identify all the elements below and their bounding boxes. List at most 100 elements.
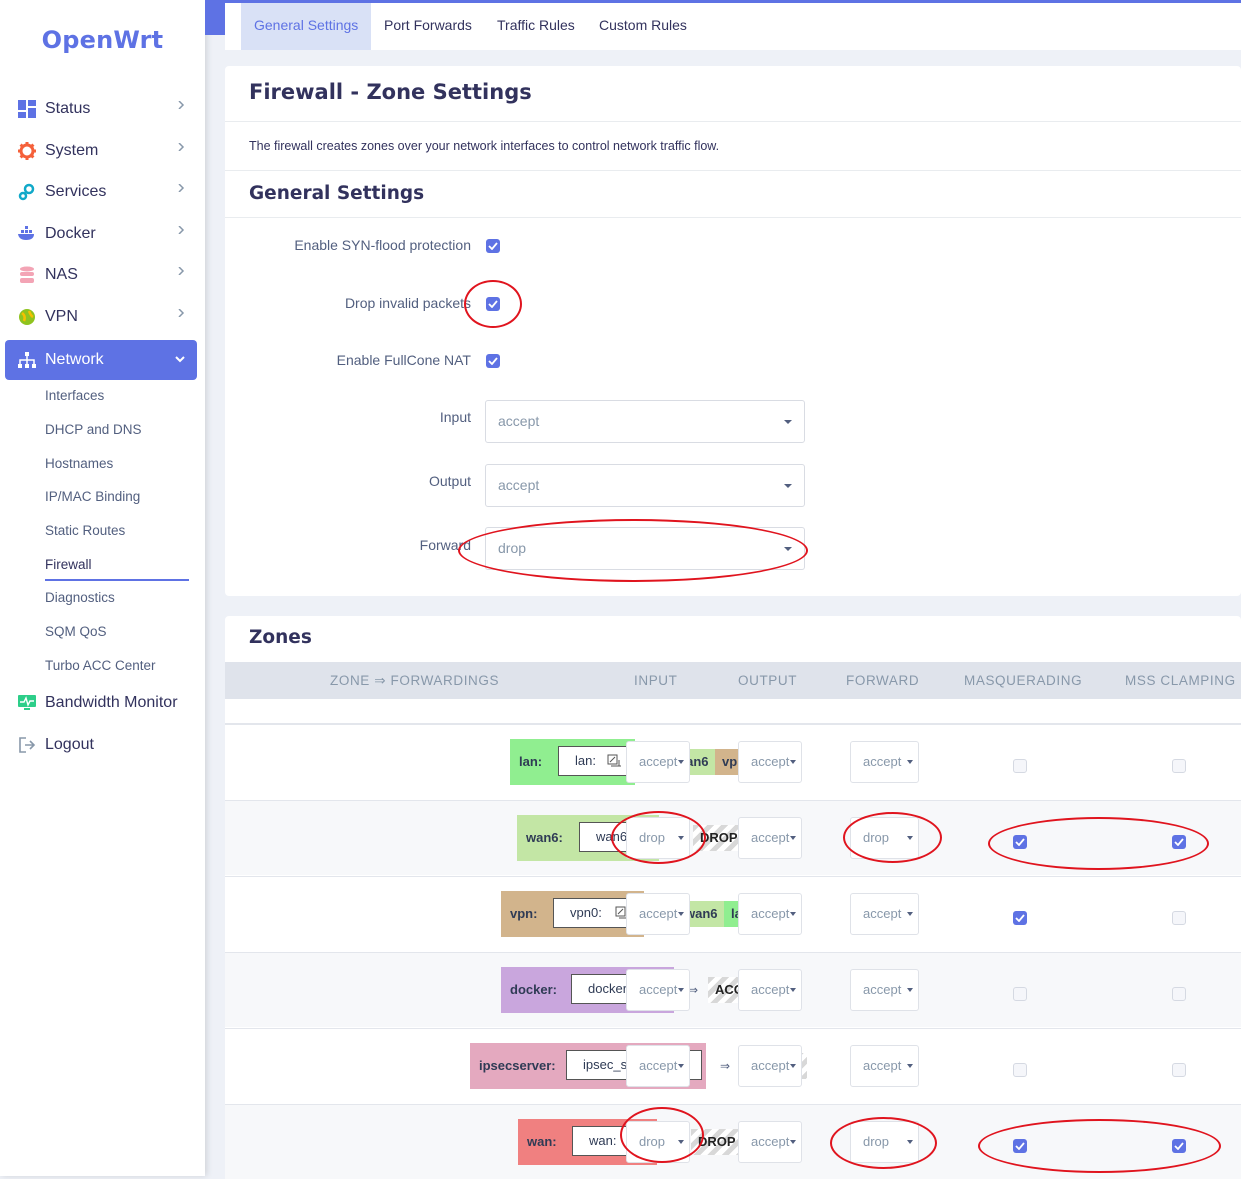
policy-select[interactable]: accept <box>738 969 802 1011</box>
syn-flood-checkbox[interactable] <box>486 239 500 253</box>
check-icon <box>1015 838 1025 846</box>
policy-select[interactable]: accept <box>626 969 690 1011</box>
sidebar-sub-diagnostics[interactable]: Diagnostics <box>45 590 115 605</box>
sidebar-item-bandwidth-monitor[interactable]: Bandwidth Monitor <box>5 683 197 723</box>
sidebar-item-vpn[interactable]: VPN <box>5 297 197 337</box>
sidebar-item-label: Status <box>45 100 91 117</box>
mss-clamping-checkbox[interactable] <box>1172 1063 1186 1077</box>
policy-select[interactable]: accept <box>850 893 919 935</box>
policy-select[interactable]: accept <box>626 1045 690 1087</box>
col-output: OUTPUT <box>738 673 798 688</box>
zone-name: ipsecserver: <box>479 1058 556 1073</box>
zone-badge[interactable]: lan: lan: <box>510 739 638 785</box>
drop-invalid-checkbox[interactable] <box>486 297 500 311</box>
policy-select[interactable]: accept <box>850 741 919 783</box>
pulse-monitor-icon <box>17 693 37 713</box>
sidebar-item-logout[interactable]: Logout <box>5 725 197 765</box>
mss-clamping-checkbox[interactable] <box>1172 835 1186 849</box>
forward-arrow: ⇒ <box>720 1059 731 1073</box>
sidebar-sub-dhcp-dns[interactable]: DHCP and DNS <box>45 422 142 437</box>
policy-select[interactable]: accept <box>738 741 802 783</box>
select-value: accept <box>639 754 678 769</box>
tab-custom-rules[interactable]: Custom Rules <box>599 3 687 50</box>
mss-clamping-checkbox[interactable] <box>1172 987 1186 1001</box>
check-icon <box>1015 1142 1025 1150</box>
sidebar-sub-ip-mac-binding[interactable]: IP/MAC Binding <box>45 489 140 504</box>
tab-traffic-rules[interactable]: Traffic Rules <box>497 3 575 50</box>
fullcone-nat-label: Enable FullCone NAT <box>336 352 471 368</box>
masquerading-checkbox[interactable] <box>1013 911 1027 925</box>
select-value: accept <box>639 1058 678 1073</box>
select-value: accept <box>751 1134 790 1149</box>
sidebar-item-docker[interactable]: Docker <box>5 214 197 254</box>
caret-down-icon <box>678 988 684 992</box>
select-value: accept <box>498 477 540 493</box>
select-value: drop <box>498 540 527 556</box>
policy-select[interactable]: accept <box>738 893 802 935</box>
sidebar-sub-turbo-acc[interactable]: Turbo ACC Center <box>45 658 156 673</box>
sidebar-item-network[interactable]: Network <box>5 340 197 380</box>
zone-name: wan6: <box>526 830 563 845</box>
col-masquerading: MASQUERADING <box>964 673 1083 688</box>
tab-port-forwards[interactable]: Port Forwards <box>384 3 472 50</box>
fullcone-nat-checkbox[interactable] <box>486 354 500 368</box>
table-row: docker:docker:⇒ACCEPTacceptacceptaccept <box>225 952 1241 1027</box>
caret-down-icon <box>907 912 913 916</box>
caret-down-icon <box>678 1064 684 1068</box>
zone-badge[interactable]: vpn: vpn0: <box>501 891 646 937</box>
sidebar-item-label: Services <box>45 183 107 200</box>
check-icon <box>1174 1142 1184 1150</box>
caret-down-icon <box>784 484 792 488</box>
select-value: drop <box>863 1134 890 1149</box>
sidebar-item-label: VPN <box>45 308 78 325</box>
sidebar-item-nas[interactable]: NAS <box>5 255 197 295</box>
services-gears-icon <box>17 182 37 202</box>
sidebar-item-status[interactable]: Status <box>5 89 197 129</box>
sidebar-item-label: Bandwidth Monitor <box>45 694 178 711</box>
policy-select[interactable]: drop <box>626 1121 690 1163</box>
sidebar-item-services[interactable]: Services <box>5 172 197 212</box>
sidebar-item-system[interactable]: System <box>5 131 197 171</box>
check-icon <box>488 300 498 308</box>
policy-select[interactable]: accept <box>738 1121 802 1163</box>
sidebar-sub-sqm-qos[interactable]: SQM QoS <box>45 624 107 639</box>
sidebar-sub-interfaces[interactable]: Interfaces <box>45 388 104 403</box>
output-policy-select[interactable]: accept <box>485 464 805 507</box>
policy-select[interactable]: accept <box>626 741 690 783</box>
policy-select[interactable]: accept <box>738 817 802 859</box>
table-row: wan6:wan6:⇒DROPdropacceptdrop <box>225 800 1241 875</box>
sidebar-sub-hostnames[interactable]: Hostnames <box>45 456 113 471</box>
policy-select[interactable]: accept <box>850 969 919 1011</box>
chevron-down-icon <box>175 356 185 363</box>
select-value: drop <box>639 830 666 845</box>
check-icon <box>1174 838 1184 846</box>
sidebar-sub-firewall[interactable]: Firewall <box>45 557 92 572</box>
check-icon <box>488 357 498 365</box>
syn-flood-label: Enable SYN-flood protection <box>294 237 471 253</box>
forward-policy-select[interactable]: drop <box>485 527 805 570</box>
policy-select[interactable]: accept <box>738 1045 802 1087</box>
masquerading-checkbox[interactable] <box>1013 835 1027 849</box>
select-value: accept <box>751 830 790 845</box>
policy-select[interactable]: accept <box>850 1045 919 1087</box>
masquerading-checkbox[interactable] <box>1013 987 1027 1001</box>
globe-icon <box>17 307 37 327</box>
select-value: accept <box>863 906 902 921</box>
input-policy-select[interactable]: accept <box>485 400 805 443</box>
policy-select[interactable]: drop <box>626 817 690 859</box>
sidebar-sub-static-routes[interactable]: Static Routes <box>45 523 125 538</box>
masquerading-checkbox[interactable] <box>1013 759 1027 773</box>
mss-clamping-checkbox[interactable] <box>1172 759 1186 773</box>
policy-select[interactable]: accept <box>626 893 690 935</box>
policy-select[interactable]: drop <box>850 817 919 859</box>
mss-clamping-checkbox[interactable] <box>1172 911 1186 925</box>
caret-down-icon <box>790 760 796 764</box>
policy-select[interactable]: drop <box>850 1121 919 1163</box>
masquerading-checkbox[interactable] <box>1013 1139 1027 1153</box>
tab-general-settings[interactable]: General Settings <box>241 3 372 50</box>
select-value: accept <box>751 1058 790 1073</box>
openwrt-logo[interactable]: OpenWrt <box>0 26 205 54</box>
docker-whale-icon <box>17 224 37 244</box>
masquerading-checkbox[interactable] <box>1013 1063 1027 1077</box>
mss-clamping-checkbox[interactable] <box>1172 1139 1186 1153</box>
